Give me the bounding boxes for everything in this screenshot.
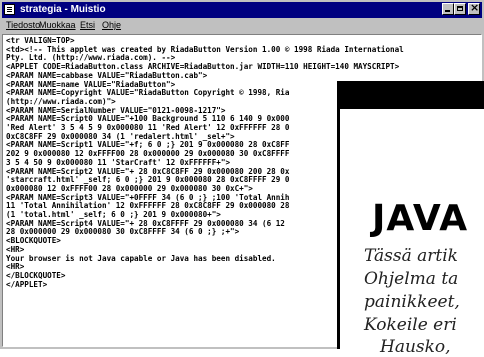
java-heading: JAVA (372, 198, 469, 239)
java-window: JAVA Tässä artik Ohjelma ta painikkeet, … (337, 81, 484, 356)
java-text-line: Tässä artik (364, 246, 458, 266)
java-window-header-bar (340, 81, 484, 109)
menu-file[interactable]: Tiedosto (6, 20, 40, 30)
editor-line: 0x000080 12 0xFFFF00 28 0x000000 29 0x00… (6, 183, 253, 193)
editor-line: <tr VALIGN=TOP> (6, 36, 75, 45)
editor-line: <PARAM NAME=name VALUE="RiadaButton"> (6, 79, 176, 89)
editor-line: 0xC8C8FF 29 0x000080 34 (1 'redalert.htm… (6, 131, 235, 141)
close-button[interactable] (468, 1, 480, 15)
editor-line: 'Red Alert' 3 5 4 5 9 0x000080 11 'Red A… (6, 123, 290, 133)
java-text-line: Ohjelma ta (364, 269, 459, 289)
minimize-button[interactable] (442, 3, 454, 15)
menu-help[interactable]: Ohje (102, 20, 121, 30)
editor-line: <BLOCKQUOTE> (6, 236, 61, 246)
editor-line: 'starcraft.html' _self; 6 0 ;} 201 9 0x0… (6, 175, 290, 185)
editor-line: <HR> (6, 262, 25, 272)
java-text-line: Hausko, (380, 337, 451, 357)
window-title: strategia - Muistio (20, 4, 106, 15)
editor-line: 28 0x000000 29 0x000080 30 0xC8FFFF 34 (… (6, 227, 240, 237)
editor-line: </BLOCKQUOTE> (6, 270, 66, 280)
editor-line: <APPLET CODE=RiadaButton.class ARCHIVE=R… (6, 62, 400, 72)
editor-line: <PARAM NAME=Script2 VALUE="+ 28 0xC8C8FF… (6, 166, 290, 176)
notepad-icon[interactable] (4, 4, 15, 15)
java-text-line: painikkeet, (364, 292, 460, 312)
menu-search[interactable]: Etsi (80, 20, 95, 30)
maximize-button[interactable] (454, 3, 466, 15)
menu-edit[interactable]: Muokkaa (39, 20, 76, 30)
editor-line: Your browser is not Java capable or Java… (6, 253, 276, 263)
editor-line: <PARAM NAME=SerialNumber VALUE="0121-009… (6, 105, 226, 115)
editor-line: <PARAM NAME=Script4 VALUE="+ 28 0xC8FFFF… (6, 218, 285, 228)
java-text-line: Kokeile eri (364, 315, 457, 335)
editor-line: (1 'total.html' _self; 6 0 ;} 201 9 0x00… (6, 210, 221, 220)
editor-line: <PARAM NAME=Script3 VALUE="+0FFFF 34 (6 … (6, 192, 290, 202)
title-bar[interactable]: strategia - Muistio (2, 1, 482, 18)
editor-line: <PARAM NAME=Script0 VALUE="+100 Backgrou… (6, 114, 290, 124)
editor-line: <PARAM NAME=cabbase VALUE="RiadaButton.c… (6, 70, 208, 80)
editor-line: </APPLET> (6, 279, 48, 289)
editor-line: <HR> (6, 244, 25, 254)
editor-line: 3 5 4 50 9 0x000080 11 'StarCraft' 12 0x… (6, 157, 231, 167)
editor-line: <td><!-- This applet was created by Riad… (6, 44, 404, 54)
editor-line: Pty. Ltd. (http://www.riada.com). --> (6, 53, 176, 63)
editor-line: <PARAM NAME=Script1 VALUE="+f; 6 0 ;} 20… (6, 140, 290, 150)
editor-line: 202 9 0x000080 12 0xFFFF00 28 0x000000 2… (6, 149, 290, 159)
editor-line: <PARAM NAME=Copyright VALUE="RiadaButton… (6, 88, 290, 98)
editor-line: (http://www.riada.com)"> (6, 96, 116, 106)
menu-bar: Tiedosto Muokkaa Etsi Ohje (2, 18, 482, 33)
editor-line: 11 'Total Annihilation' 12 0xFFFFFF 28 0… (6, 201, 290, 211)
